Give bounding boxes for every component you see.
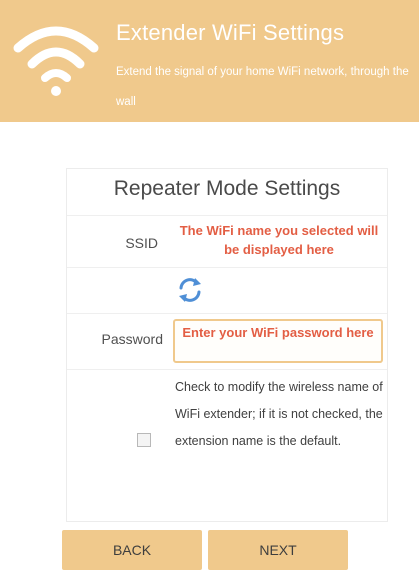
divider [67, 313, 387, 314]
header-banner: Extender WiFi Settings Extend the signal… [0, 0, 419, 122]
divider [67, 369, 387, 370]
ssid-hint: The WiFi name you selected will be displ… [179, 223, 379, 257]
wifi-icon [13, 26, 99, 96]
password-label: Password [101, 331, 163, 347]
section-title: Repeater Mode Settings [113, 177, 341, 200]
page-title: Extender WiFi Settings [116, 20, 345, 45]
ssid-label: SSID [125, 235, 158, 251]
repeater-settings-card: Repeater Mode Settings SSID The WiFi nam… [66, 168, 388, 522]
modify-name-checkbox[interactable] [137, 433, 151, 447]
password-field[interactable]: Enter your WiFi password here [173, 319, 383, 363]
divider [67, 215, 387, 216]
back-button[interactable]: BACK [62, 530, 202, 570]
page-subtitle: Extend the signal of your home WiFi netw… [116, 66, 409, 108]
ssid-field[interactable]: The WiFi name you selected will be displ… [175, 221, 383, 265]
password-hint: Enter your WiFi password here [182, 325, 374, 340]
next-button[interactable]: NEXT [208, 530, 348, 570]
refresh-icon[interactable] [175, 275, 205, 305]
divider [67, 267, 387, 268]
checkbox-description: Check to modify the wireless name of WiF… [175, 380, 383, 448]
